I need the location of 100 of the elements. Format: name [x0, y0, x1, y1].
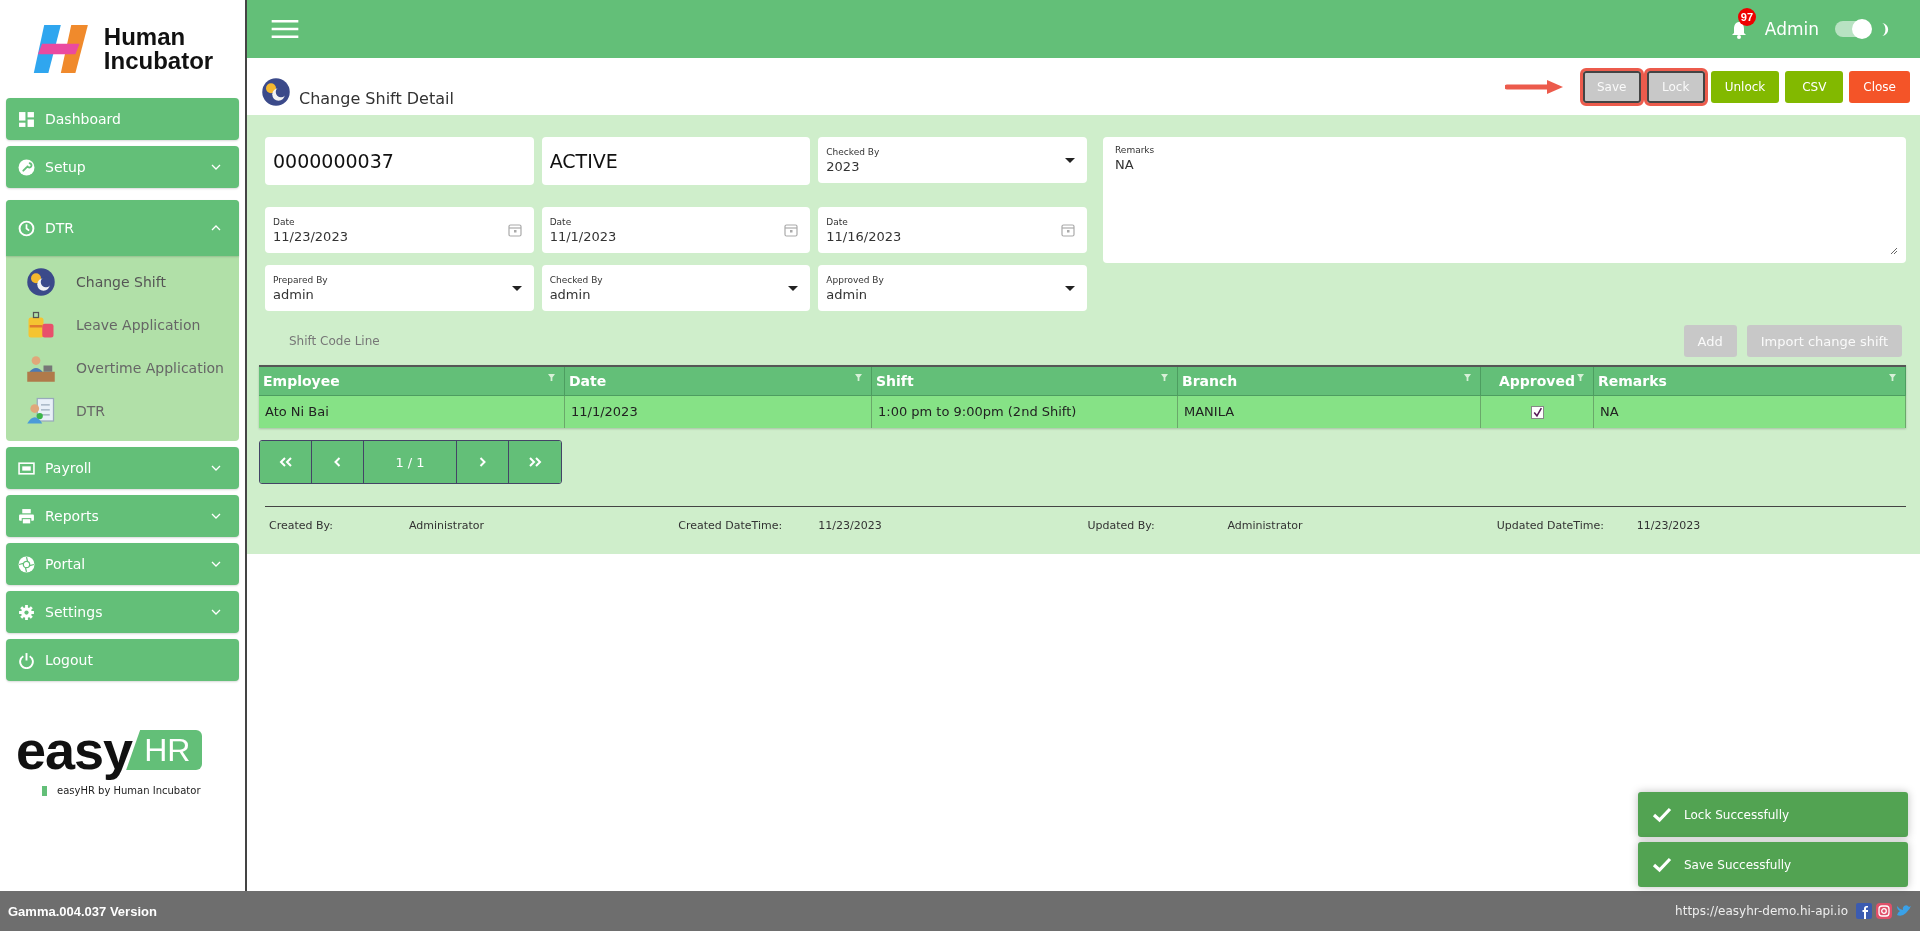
table-cell: Ato Ni Bai — [259, 396, 565, 428]
profile-card-icon — [26, 396, 56, 426]
power-icon — [18, 651, 35, 669]
next-page-button[interactable] — [457, 441, 509, 483]
audit-label: Created By: — [269, 519, 334, 532]
chevron-down-icon — [211, 609, 221, 615]
calendar-icon — [1061, 223, 1075, 237]
chevron-down-icon — [211, 561, 221, 567]
wrench-icon — [18, 158, 35, 176]
submenu-item[interactable]: Overtime Application — [26, 352, 224, 384]
theme-toggle[interactable] — [1835, 21, 1869, 37]
chevron-left-icon — [335, 457, 340, 467]
printer-icon — [18, 507, 35, 525]
dropdown-field[interactable]: Approved By admin — [818, 265, 1087, 311]
calendar-icon — [784, 223, 799, 237]
notification-badge: 97 — [1737, 8, 1757, 26]
table-cell: 1:00 pm to 9:00pm (2nd Shift) — [872, 396, 1178, 428]
double-chevron-right-icon — [528, 457, 542, 467]
last-page-button[interactable] — [509, 441, 561, 483]
date-field[interactable]: Date 11/16/2023 — [818, 207, 1087, 253]
success-toast: Save Successfully — [1638, 842, 1908, 887]
brand-name: Human — [103, 25, 187, 49]
banknote-icon — [18, 459, 35, 477]
version-text: Gamma.004.037 Version — [8, 903, 157, 919]
submenu-item[interactable]: DTR — [26, 395, 106, 427]
date-field[interactable]: Date 11/1/2023 — [541, 207, 811, 253]
action-button[interactable]: CSV — [1785, 70, 1844, 103]
resize-handle-icon — [1890, 247, 1898, 255]
first-page-button[interactable] — [260, 441, 312, 483]
chevron-down-icon — [211, 164, 221, 170]
audit-value: Administrator — [1227, 519, 1303, 532]
dropdown-caret-icon — [511, 285, 522, 291]
filter-icon[interactable] — [1464, 374, 1471, 381]
double-chevron-left-icon — [278, 457, 293, 467]
success-toast: Lock Successfully — [1638, 792, 1908, 837]
sun-moon-icon — [261, 76, 291, 107]
chevron-right-icon — [480, 457, 485, 467]
pointer-arrow — [1504, 78, 1565, 95]
audit-value: Administrator — [409, 519, 484, 532]
check-icon — [1652, 806, 1672, 823]
menu-button[interactable] — [271, 19, 299, 39]
filter-icon[interactable] — [1161, 374, 1168, 381]
chevron-up-icon — [211, 225, 221, 231]
input-field[interactable]: ACTIVE — [541, 137, 811, 185]
table-cell: MANILA — [1178, 396, 1481, 428]
table-cell: NA — [1594, 396, 1906, 428]
previous-page-button[interactable] — [312, 441, 364, 483]
filter-icon[interactable] — [1889, 374, 1896, 381]
sidebar-item[interactable]: Setup — [6, 146, 239, 188]
audit-value: 11/23/2023 — [818, 519, 882, 532]
accent-bar — [42, 785, 47, 796]
dashboard-icon — [18, 110, 35, 128]
section-title: Shift Code Line — [289, 334, 380, 348]
sidebar-item[interactable]: Portal — [6, 543, 239, 585]
checkbox[interactable] — [1530, 405, 1544, 419]
dropdown-field[interactable]: Checked By admin — [541, 265, 811, 311]
dropdown-caret-icon — [1065, 285, 1075, 291]
filter-icon[interactable] — [855, 374, 862, 381]
dropdown-field[interactable]: Prepared By admin — [265, 265, 534, 311]
sidebar-item[interactable]: Logout — [6, 639, 239, 681]
luggage-icon — [26, 310, 56, 340]
filter-icon[interactable] — [548, 374, 555, 381]
audit-label: Updated DateTime: — [1496, 519, 1605, 532]
clock-icon — [18, 219, 35, 237]
submenu-item[interactable]: Change Shift — [26, 266, 166, 298]
bell-icon[interactable] — [1730, 20, 1747, 40]
input-field[interactable]: 0000000037 — [265, 137, 534, 185]
user-name: Admin — [1764, 19, 1819, 39]
brand-name: Incubator — [103, 49, 214, 73]
audit-label: Updated By: — [1087, 519, 1156, 532]
dropdown-caret-icon — [788, 285, 799, 291]
audit-value: 11/23/2023 — [1636, 519, 1701, 532]
table-cell: 11/1/2023 — [565, 396, 872, 428]
date-field[interactable]: Date 11/23/2023 — [265, 207, 534, 253]
tagline: easyHR by Human Incubator — [57, 785, 201, 796]
sidebar-item[interactable]: Settings — [6, 591, 239, 633]
action-button[interactable]: Close — [1849, 70, 1910, 103]
facebook-icon[interactable] — [1856, 903, 1872, 919]
page-indicator: 1 / 1 — [364, 441, 457, 483]
sidebar-item[interactable]: DTR — [6, 200, 239, 256]
settings-icon — [18, 603, 35, 621]
audit-label: Created DateTime: — [678, 519, 784, 532]
dropdown-caret-icon — [1065, 157, 1075, 163]
filter-icon[interactable] — [1577, 374, 1584, 381]
instagram-icon[interactable] — [1876, 903, 1892, 919]
chevron-down-icon — [211, 513, 221, 519]
action-button[interactable]: Unlock — [1710, 70, 1780, 103]
submenu-item[interactable]: Leave Application — [26, 309, 201, 341]
aperture-icon — [18, 555, 35, 573]
sidebar-item[interactable]: Dashboard — [6, 98, 239, 140]
sidebar-item[interactable]: Payroll — [6, 447, 239, 489]
office-worker-icon — [26, 353, 56, 383]
sidebar-item[interactable]: Reports — [6, 495, 239, 537]
dropdown-field[interactable]: Checked By 2023 — [818, 137, 1087, 183]
sun-moon-icon — [26, 267, 56, 297]
remarks-field[interactable]: Remarks NA — [1103, 137, 1906, 263]
site-link[interactable]: https://easyhr-demo.hi-api.io — [1675, 904, 1848, 918]
check-icon — [1652, 856, 1672, 873]
page-title: Change Shift Detail — [299, 89, 454, 108]
chevron-down-icon — [211, 465, 221, 471]
